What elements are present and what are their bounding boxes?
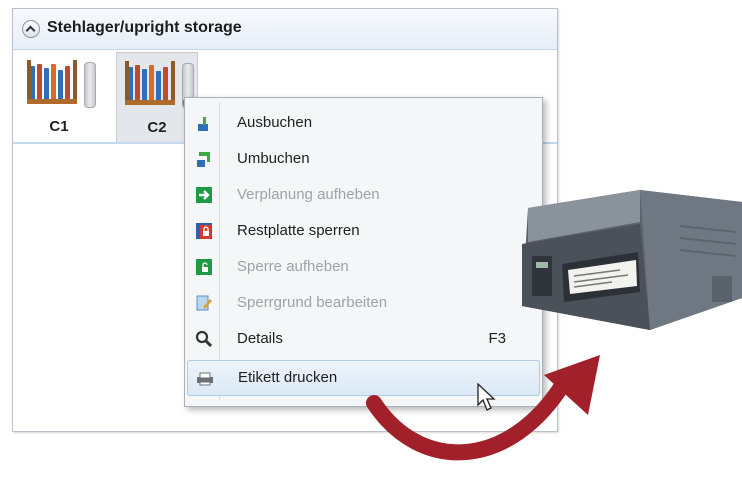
rack-icon [125,61,175,105]
rebook-icon [197,152,210,167]
unlock-icon [196,259,212,275]
menu-item-label: Umbuchen [237,150,310,167]
label-printer-image [522,190,742,330]
cancel-planning-icon [196,187,212,203]
edit-lock-reason-icon [196,295,212,311]
book-out-icon [198,117,208,131]
menu-item-label: Sperre aufheben [237,258,349,275]
menu-item-label: Ausbuchen [237,114,313,131]
menu-item-umbuchen[interactable]: Umbuchen [187,142,538,176]
menu-item-label: Details [237,330,283,347]
menu-item-verplanung-aufheben[interactable]: Verplanung aufheben [187,178,538,212]
collapse-icon[interactable] [22,20,40,38]
magnifier-icon [195,330,213,348]
menu-item-ausbuchen[interactable]: Ausbuchen [187,106,538,140]
menu-item-label: Verplanung aufheben [237,186,380,203]
menu-item-label: Restplatte sperren [237,222,360,239]
menu-item-sperrgrund-bearbeiten[interactable]: Sperrgrund bearbeiten [187,286,538,320]
bin-label: C1 [49,118,69,135]
menu-item-sperre-aufheben[interactable]: Sperre aufheben [187,250,538,284]
panel-header[interactable]: Stehlager/upright storage [13,9,557,50]
rack-icon [27,60,77,104]
curved-arrow-icon [366,355,600,461]
bin-c1[interactable]: C1 [19,52,99,142]
fill-gauge [84,62,96,108]
print-label-icon [197,372,213,386]
menu-item-label: Sperrgrund bearbeiten [237,294,388,311]
menu-item-restplatte-sperren[interactable]: Restplatte sperren [187,214,538,248]
menu-item-label: Etikett drucken [238,369,338,386]
lock-plate-icon [196,223,212,239]
panel-title: Stehlager/upright storage [47,19,242,36]
